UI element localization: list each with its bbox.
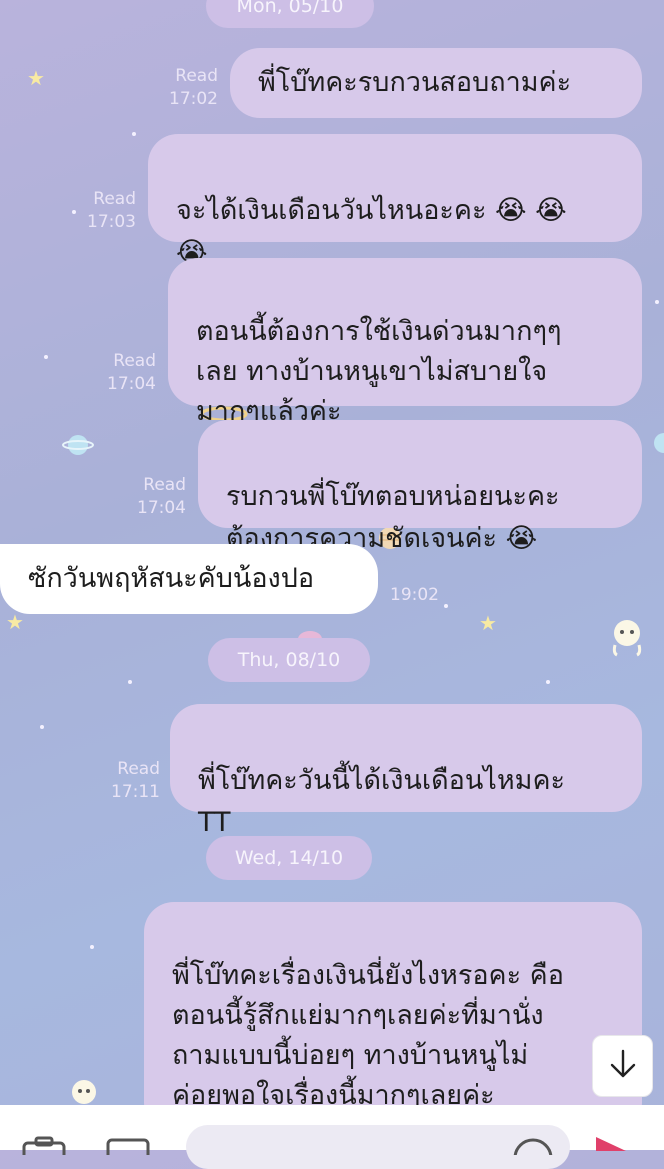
send-icon[interactable]: [594, 1135, 628, 1157]
read-receipt: Read 17:02: [169, 66, 218, 109]
date-separator: Wed, 14/10: [206, 836, 372, 880]
message-time: 19:02: [390, 585, 439, 605]
sparkle-icon: [44, 355, 48, 359]
sparkle-icon: [90, 945, 94, 949]
date-separator: Thu, 08/10: [208, 638, 370, 682]
image-icon[interactable]: [106, 1137, 150, 1162]
sparkle-icon: [655, 300, 659, 304]
star-icon: ★: [27, 66, 45, 90]
arrow-down-icon: [608, 1048, 638, 1084]
sparkle-icon: [128, 680, 132, 684]
moon-icon: [44, 820, 72, 852]
message-bubble-incoming[interactable]: ซักวันพฤหัสนะคับน้องปอ: [0, 544, 378, 614]
sparkle-icon: [132, 132, 136, 136]
read-receipt: Read 17:04: [107, 351, 156, 394]
alien-sticker-icon: [66, 1074, 102, 1105]
alien-sticker-icon: [607, 615, 647, 661]
camera-icon[interactable]: [22, 1135, 66, 1165]
read-receipt: Read 17:04: [137, 475, 186, 518]
message-text: ตอนนี้ต้องการใช้เงินด่วนมากๆๆ เลย ทางบ้า…: [196, 316, 562, 427]
message-text: ซักวันพฤหัสนะคับน้องปอ: [28, 563, 315, 594]
message-input-bar: [0, 1105, 664, 1169]
message-bubble-outgoing[interactable]: พี่โบ๊ทคะเรื่องเงินนี่ยังไงหรอคะ คือ ตอน…: [144, 902, 642, 1105]
message-bubble-outgoing[interactable]: พี่โบ๊ทคะรบกวนสอบถามค่ะ: [230, 48, 642, 118]
star-icon: ★: [6, 610, 24, 634]
date-separator: Mon, 05/10: [206, 0, 374, 28]
message-text: พี่โบ๊ทคะรบกวนสอบถามค่ะ: [258, 67, 572, 98]
message-text: พี่โบ๊ทคะวันนี้ได้เงินเดือนไหมคะ TT: [198, 765, 566, 838]
planet-icon: [648, 428, 664, 462]
message-bubble-outgoing[interactable]: รบกวนพี่โบ๊ทตอบหน่อยนะคะ ต้องการความชัดเ…: [198, 420, 642, 554]
message-bubble-outgoing[interactable]: พี่โบ๊ทคะวันนี้ได้เงินเดือนไหมคะ TT: [170, 704, 642, 838]
planet-icon: [62, 430, 94, 464]
message-text: พี่โบ๊ทคะเรื่องเงินนี่ยังไงหรอคะ คือ ตอน…: [172, 960, 564, 1105]
message-bubble-outgoing[interactable]: ตอนนี้ต้องการใช้เงินด่วนมากๆๆ เลย ทางบ้า…: [168, 258, 642, 427]
sparkle-icon: [546, 680, 550, 684]
read-receipt: Read 17:03: [87, 189, 136, 232]
message-bubble-outgoing[interactable]: จะได้เงินเดือนวันไหนอะคะ 😭 😭 😭: [148, 134, 642, 268]
chat-area[interactable]: ★ ★ ★ Mon, 05/10 Read 17:02 พี่โบ๊ทคะรบกว…: [0, 0, 664, 1105]
scroll-to-bottom-button[interactable]: [592, 1035, 653, 1097]
emoji-icon[interactable]: [512, 1137, 554, 1169]
star-icon: ★: [479, 611, 497, 635]
sparkle-icon: [40, 725, 44, 729]
read-receipt: Read 17:11: [111, 759, 160, 802]
moon-icon: [634, 822, 662, 854]
